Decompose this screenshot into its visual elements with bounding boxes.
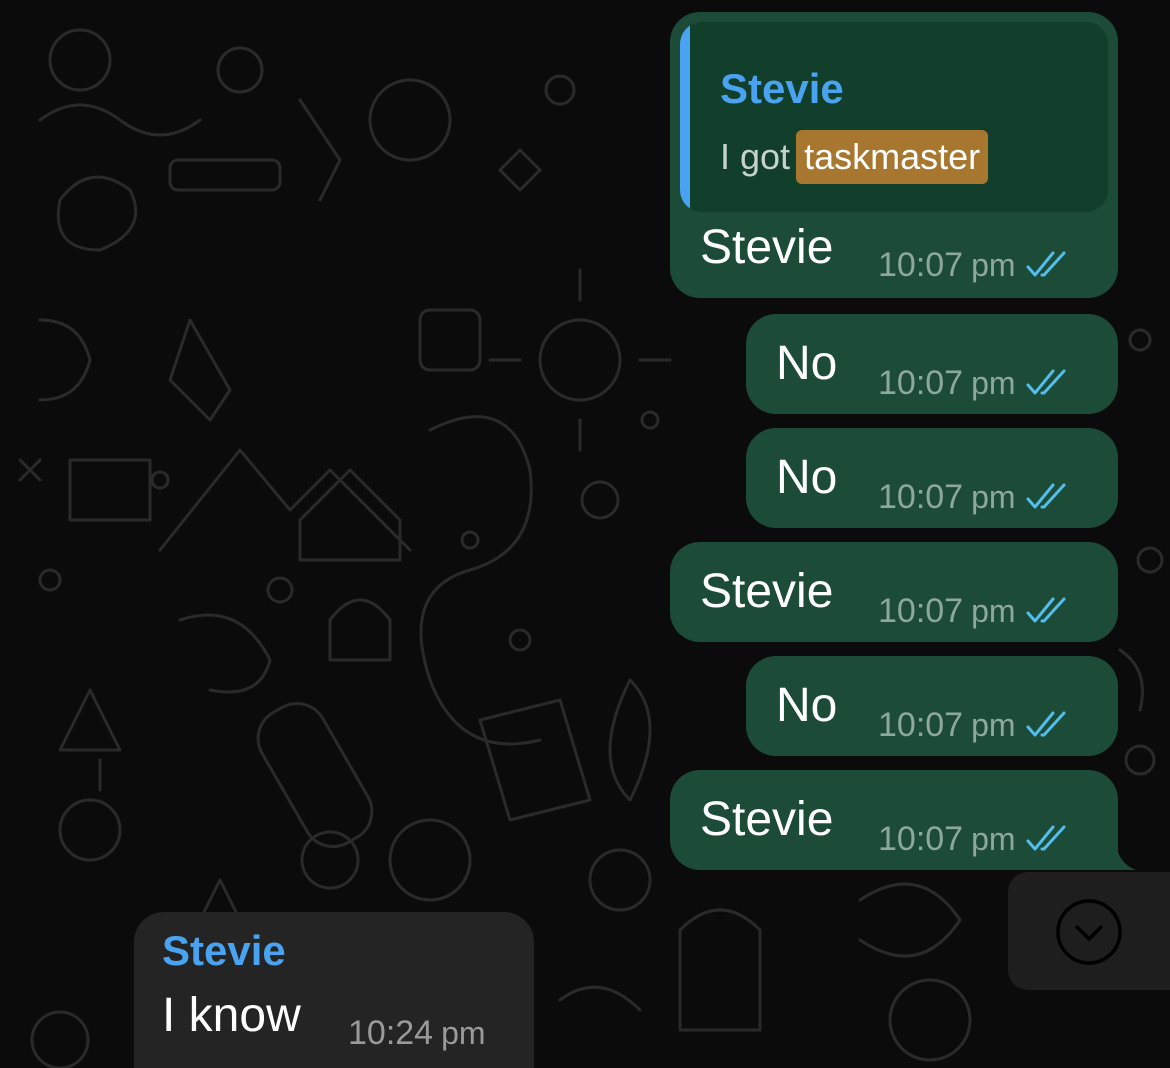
- sender-name: Stevie: [162, 927, 286, 974]
- message-bubble-outgoing[interactable]: No 10:07 pm: [746, 428, 1118, 528]
- message-text: No: [776, 337, 838, 390]
- message-time: 10:07: [878, 706, 964, 744]
- message-bubble-outgoing[interactable]: No 10:07 pm: [746, 656, 1118, 756]
- quote-text: I got taskmaster: [720, 130, 989, 184]
- double-check-icon: [1026, 825, 1066, 851]
- double-check-icon: [1026, 369, 1066, 395]
- message-bubble-outgoing[interactable]: No 10:07 pm: [746, 314, 1118, 414]
- message-text: Stevie: [700, 565, 834, 618]
- message-text: Stevie: [700, 793, 834, 846]
- message-ampm: pm: [971, 593, 1016, 629]
- message-ampm: pm: [971, 707, 1016, 743]
- message-text: I know: [162, 989, 301, 1042]
- double-check-icon: [1026, 711, 1066, 737]
- quote-accent-bar: [680, 22, 690, 212]
- message-time: 10:24: [348, 1014, 434, 1052]
- message-ampm: pm: [441, 1015, 486, 1051]
- message-time: 10:07: [878, 246, 964, 284]
- message-meta: 10:07 pm: [878, 366, 1072, 400]
- message-bubble-outgoing[interactable]: Stevie 10:07 pm: [670, 542, 1118, 642]
- message-bubble-incoming[interactable]: Stevie I know 10:24 pm: [134, 912, 534, 1068]
- double-check-icon: [1026, 597, 1066, 623]
- message-meta: 10:07 pm: [878, 822, 1072, 856]
- quote-sender-name: Stevie: [720, 65, 844, 112]
- message-ampm: pm: [971, 821, 1016, 857]
- message-text: Stevie: [700, 221, 834, 274]
- message-meta: 10:07 pm: [878, 480, 1072, 514]
- message-ampm: pm: [971, 479, 1016, 515]
- message-ampm: pm: [971, 365, 1016, 401]
- scroll-to-bottom-button[interactable]: [1008, 872, 1170, 990]
- double-check-icon: [1026, 483, 1066, 509]
- message-time: 10:07: [878, 820, 964, 858]
- message-meta: 10:07 pm: [878, 594, 1072, 628]
- message-time: 10:07: [878, 592, 964, 630]
- message-time: 10:07: [878, 364, 964, 402]
- message-text: No: [776, 451, 838, 504]
- double-check-icon: [1026, 251, 1066, 277]
- quote-highlight: taskmaster: [796, 130, 989, 184]
- message-meta: 10:24 pm: [348, 1016, 486, 1050]
- message-ampm: pm: [971, 247, 1016, 283]
- quote-prefix: I got: [720, 136, 791, 177]
- message-meta: 10:07 pm: [878, 708, 1072, 742]
- chevron-down-circle-icon: [1056, 899, 1122, 965]
- message-time: 10:07: [878, 478, 964, 516]
- bubble-tail: [1116, 846, 1136, 870]
- message-text: No: [776, 679, 838, 732]
- message-meta: 10:07 pm: [878, 248, 1072, 282]
- message-bubble-outgoing[interactable]: Stevie I got taskmaster Stevie 10:07 pm: [670, 12, 1118, 298]
- quoted-reply[interactable]: Stevie I got taskmaster: [680, 22, 1108, 212]
- message-bubble-outgoing[interactable]: Stevie 10:07 pm: [670, 770, 1118, 870]
